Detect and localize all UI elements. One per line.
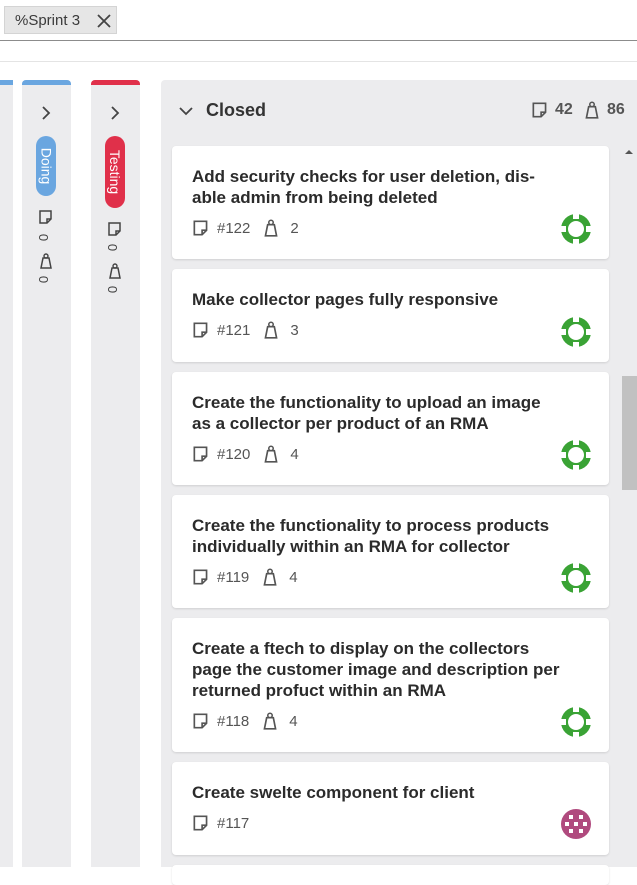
filter-bar: %Sprint 3	[0, 0, 637, 41]
card-title: Make collector pages fully responsive	[192, 290, 499, 309]
card-title: Create a ftech to display on the collect…	[192, 639, 560, 700]
column-title: Closed	[206, 100, 267, 120]
weight-icon	[264, 445, 278, 463]
avatar[interactable]	[560, 808, 592, 840]
weight-icon	[264, 321, 278, 339]
close-icon[interactable]	[95, 12, 113, 30]
chevron-right-icon[interactable]	[107, 105, 123, 121]
weight-icon	[585, 101, 599, 119]
avatar[interactable]	[560, 562, 592, 594]
issue-weight: 4	[290, 445, 299, 463]
testing-task-count: 0	[105, 243, 121, 252]
issue-card[interactable]	[172, 865, 609, 885]
avatar[interactable]	[560, 213, 592, 245]
card-title: Create the functionality to process prod…	[192, 516, 550, 556]
issue-card[interactable]: Create a ftech to display on the collect…	[172, 618, 609, 752]
issue-id: #117	[217, 814, 250, 832]
doing-task-count: 0	[36, 233, 52, 242]
testing-points-count: 0	[105, 285, 121, 294]
task-icon	[532, 102, 547, 118]
issue-card[interactable]: Create the functionality to upload an im…	[172, 372, 609, 485]
avatar[interactable]	[560, 706, 592, 738]
weight-icon	[40, 253, 52, 269]
card-title: Create the functionality to upload an im…	[192, 393, 541, 433]
issue-icon	[193, 569, 208, 585]
task-icon	[39, 210, 52, 224]
column-testing[interactable]: Testing 0 0	[91, 80, 140, 867]
issue-id: #118	[217, 712, 250, 730]
issue-id: #121	[217, 321, 251, 339]
closed-points-count: 86	[607, 101, 625, 118]
column-label-doing: Doing	[36, 136, 56, 196]
issue-weight: 3	[290, 321, 299, 339]
partial-column	[0, 80, 13, 867]
card-title: Add security checks for user deletion, d…	[192, 167, 535, 207]
issue-icon	[193, 446, 208, 462]
filter-chip-label: %Sprint 3	[15, 12, 81, 29]
weight-icon	[263, 712, 277, 730]
card-meta: #119 4	[192, 567, 298, 587]
weight-icon	[109, 263, 121, 279]
issue-weight: 2	[290, 219, 299, 237]
weight-icon	[263, 568, 277, 586]
issue-icon	[193, 220, 208, 236]
issue-id: #120	[217, 445, 251, 463]
issue-icon	[193, 713, 208, 729]
chevron-right-icon[interactable]	[38, 105, 54, 121]
card-title: Create swelte component for client	[192, 783, 475, 802]
issue-id: #122	[217, 219, 251, 237]
task-icon	[108, 222, 121, 236]
issue-id: #119	[217, 568, 250, 586]
filter-chip[interactable]: %Sprint 3	[4, 6, 117, 34]
closed-task-count: 42	[555, 101, 573, 118]
weight-icon	[264, 219, 278, 237]
chevron-down-icon[interactable]	[177, 102, 195, 120]
issue-card[interactable]: Make collector pages fully responsive #1…	[172, 269, 609, 362]
column-closed: Closed 42 86 Add security checks for use…	[161, 80, 637, 885]
avatar[interactable]	[560, 439, 592, 471]
issue-weight: 4	[289, 568, 298, 586]
card-meta: #117	[192, 813, 261, 833]
card-meta: #120 4	[192, 444, 299, 464]
issue-icon	[193, 322, 208, 338]
card-meta: #122 2	[192, 218, 299, 238]
issue-card[interactable]: Create swelte component for client #117	[172, 762, 609, 855]
column-label-testing: Testing	[105, 136, 125, 208]
toolbar-strip	[0, 41, 637, 62]
card-meta: #121 3	[192, 320, 299, 340]
card-meta: #118 4	[192, 711, 298, 731]
scrollbar-thumb[interactable]	[622, 376, 637, 490]
scroll-up-icon[interactable]	[622, 145, 636, 159]
doing-points-count: 0	[36, 275, 52, 284]
issue-card[interactable]: Add security checks for user deletion, d…	[172, 146, 609, 259]
issue-weight: 4	[289, 712, 298, 730]
column-doing[interactable]: Doing 0 0	[22, 80, 71, 867]
issue-icon	[193, 815, 208, 831]
column-header: Closed 42 86	[161, 80, 637, 140]
avatar[interactable]	[560, 316, 592, 348]
issue-card[interactable]: Create the functionality to process prod…	[172, 495, 609, 608]
